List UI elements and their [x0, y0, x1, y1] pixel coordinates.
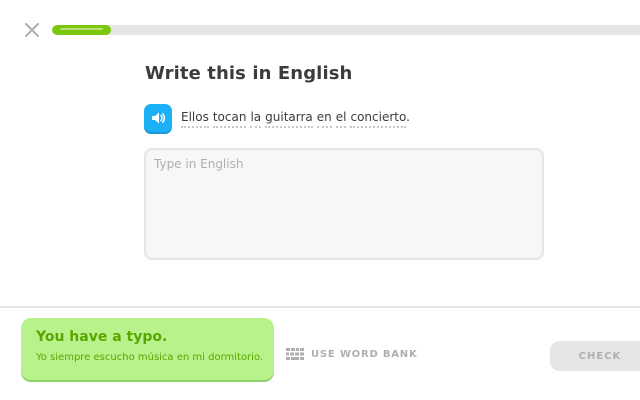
- progress-fill: [52, 25, 111, 35]
- sentence-word[interactable]: en: [316, 110, 332, 128]
- keyboard-icon: [286, 348, 304, 360]
- check-button[interactable]: CHECK: [550, 341, 640, 371]
- play-audio-button[interactable]: [144, 104, 172, 132]
- close-icon: [25, 23, 39, 37]
- close-button[interactable]: [22, 20, 42, 40]
- use-word-bank-button[interactable]: USE WORD BANK: [286, 345, 418, 363]
- progress-shine: [60, 28, 103, 30]
- sentence-word[interactable]: tocan: [212, 110, 247, 128]
- sentence-word[interactable]: el: [335, 110, 347, 128]
- feedback-title: You have a typo.: [36, 329, 168, 345]
- sentence-word[interactable]: concierto: [350, 110, 407, 128]
- sentence-period: .: [406, 110, 410, 124]
- feedback-correct-answer: Yo siempre escucho música en mi dormitor…: [36, 352, 264, 363]
- word-bank-label: USE WORD BANK: [311, 348, 418, 360]
- feedback-card: You have a typo. Yo siempre escucho músi…: [21, 318, 274, 380]
- speaker-icon: [152, 112, 166, 124]
- page-title: Write this in English: [145, 63, 353, 84]
- progress-bar: [52, 25, 640, 35]
- sentence-word[interactable]: Ellos: [181, 110, 209, 128]
- answer-input[interactable]: [144, 148, 544, 260]
- prompt-sentence: Ellos tocan la guitarra en el concierto.: [181, 110, 410, 128]
- sentence-word[interactable]: guitarra: [265, 110, 313, 128]
- sentence-word[interactable]: la: [250, 110, 262, 128]
